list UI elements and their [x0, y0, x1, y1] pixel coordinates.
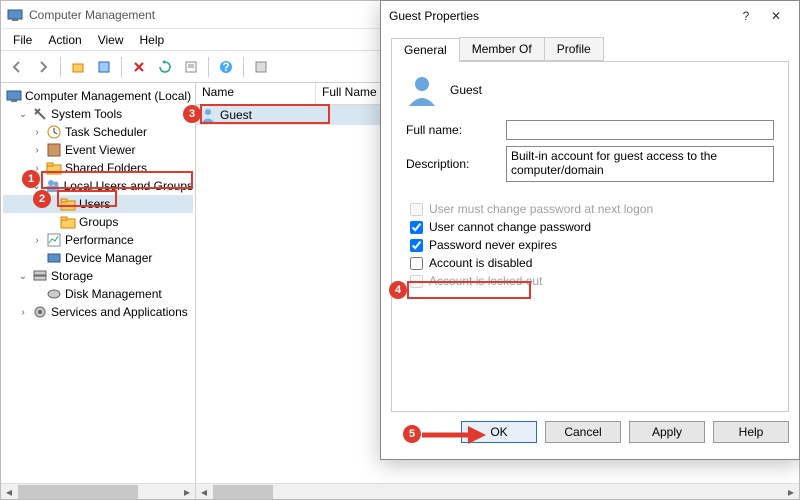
dialog-help-button[interactable]: ? [731, 9, 761, 23]
apply-button[interactable]: Apply [629, 421, 705, 443]
checkbox-account-locked: Account is locked out [410, 274, 774, 288]
expand-icon[interactable]: › [31, 145, 43, 156]
tree-storage[interactable]: ⌄Storage [3, 267, 193, 285]
svg-text:?: ? [222, 60, 229, 74]
full-name-field[interactable] [506, 120, 774, 140]
menu-file[interactable]: File [5, 31, 40, 49]
tab-panel-general: Guest Full name: Description: User must … [391, 62, 789, 412]
disk-icon [46, 286, 62, 302]
description-label: Description: [406, 157, 506, 171]
properties-button[interactable] [92, 55, 116, 79]
collapse-icon[interactable]: ⌄ [17, 109, 29, 120]
checkbox-cannot-change-password[interactable]: User cannot change password [410, 220, 774, 234]
folder-icon [60, 196, 76, 212]
tree-groups[interactable]: Groups [3, 213, 193, 231]
collapse-icon[interactable]: ⌄ [17, 271, 29, 282]
tree-device-manager[interactable]: Device Manager [3, 249, 193, 267]
up-button[interactable] [66, 55, 90, 79]
tree-task-scheduler[interactable]: ›Task Scheduler [3, 123, 193, 141]
expand-icon[interactable]: › [31, 235, 43, 246]
tree-root[interactable]: Computer Management (Local) [3, 87, 193, 105]
tree-performance[interactable]: ›Performance [3, 231, 193, 249]
column-name[interactable]: Name [196, 83, 316, 104]
tab-profile[interactable]: Profile [544, 37, 604, 61]
tree-disk-management[interactable]: Disk Management [3, 285, 193, 303]
description-field[interactable] [506, 146, 774, 182]
callout-badge-1: 1 [22, 170, 40, 188]
callout-badge-2: 2 [33, 190, 51, 208]
username-display: Guest [450, 83, 482, 97]
callout-badge-4: 4 [389, 281, 407, 299]
tab-general[interactable]: General [391, 38, 460, 62]
storage-icon [32, 268, 48, 284]
tree-users[interactable]: Users [3, 195, 193, 213]
expand-icon[interactable]: › [31, 127, 43, 138]
callout-badge-3: 3 [183, 105, 201, 123]
ok-button[interactable]: OK [461, 421, 537, 443]
tree-event-viewer[interactable]: ›Event Viewer [3, 141, 193, 159]
device-icon [46, 250, 62, 266]
delete-button[interactable] [127, 55, 151, 79]
tree-pane: Computer Management (Local) ⌄System Tool… [1, 83, 196, 499]
list-hscrollbar[interactable]: ◂▸ [196, 483, 799, 499]
app-icon [7, 7, 23, 23]
cancel-button[interactable]: Cancel [545, 421, 621, 443]
checkbox-account-disabled[interactable]: Account is disabled [410, 256, 774, 270]
tree-system-tools[interactable]: ⌄System Tools [3, 105, 193, 123]
tree-services-apps[interactable]: ›Services and Applications [3, 303, 193, 321]
tab-member-of[interactable]: Member Of [459, 37, 545, 61]
action-button[interactable] [249, 55, 273, 79]
menu-action[interactable]: Action [40, 31, 89, 49]
forward-button[interactable] [31, 55, 55, 79]
refresh-button[interactable] [153, 55, 177, 79]
dialog-titlebar: Guest Properties ? ✕ [381, 1, 799, 31]
tree-hscrollbar[interactable]: ◂▸ [1, 483, 195, 499]
expand-icon[interactable]: › [17, 307, 29, 318]
menu-help[interactable]: Help [132, 31, 173, 49]
back-button[interactable] [5, 55, 29, 79]
menu-view[interactable]: View [90, 31, 132, 49]
help-button[interactable]: Help [713, 421, 789, 443]
checkbox-password-never-expires[interactable]: Password never expires [410, 238, 774, 252]
perf-icon [46, 232, 62, 248]
computer-icon [6, 88, 22, 104]
tools-icon [32, 106, 48, 122]
folder-icon [60, 214, 76, 230]
services-icon [32, 304, 48, 320]
guest-properties-dialog: Guest Properties ? ✕ General Member Of P… [380, 0, 800, 460]
help-button[interactable]: ? [214, 55, 238, 79]
event-icon [46, 142, 62, 158]
dialog-close-button[interactable]: ✕ [761, 9, 791, 23]
folder-icon [46, 160, 62, 176]
clock-icon [46, 124, 62, 140]
callout-badge-5: 5 [403, 425, 421, 443]
user-large-icon [406, 74, 438, 106]
full-name-label: Full name: [406, 123, 506, 137]
export-button[interactable] [179, 55, 203, 79]
user-icon [200, 107, 216, 123]
checkbox-must-change-password: User must change password at next logon [410, 202, 774, 216]
dialog-title: Guest Properties [389, 9, 731, 23]
